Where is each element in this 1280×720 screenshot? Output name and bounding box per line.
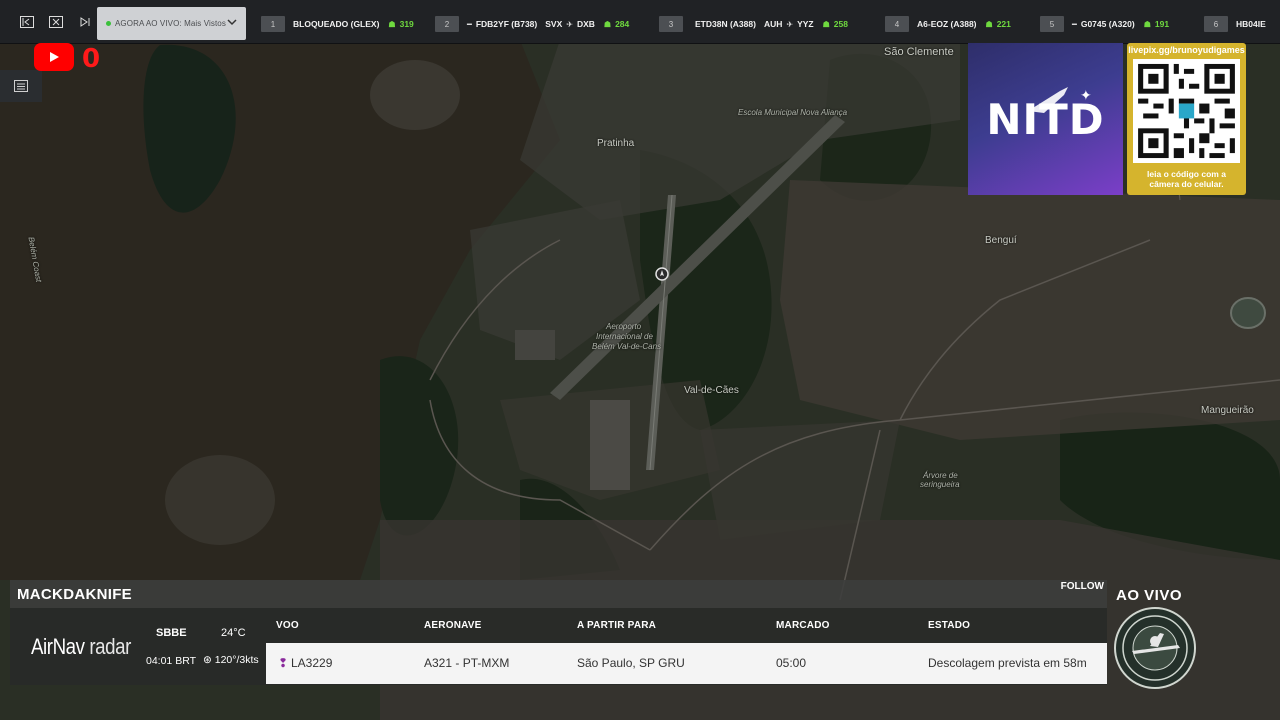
flight-number: LA3229 — [291, 656, 333, 670]
chevron-down-icon — [227, 17, 239, 29]
follow-button[interactable]: FOLLOW — [1061, 581, 1104, 592]
ticker-viewers: 258 — [833, 19, 848, 29]
collapse-left-icon[interactable] — [16, 11, 38, 33]
ticker-item[interactable]: 4 A6-EOZ (A388) ☗ 221 — [885, 16, 1011, 32]
column-header-aircraft: AERONAVE — [424, 620, 482, 631]
viewers-icon: ☗ — [388, 20, 396, 29]
ticker-rank: 5 — [1040, 16, 1064, 32]
ticker-flight-name: A6-EOZ (A388) — [917, 19, 977, 29]
airline-icon: ❢ — [278, 656, 289, 670]
viewers-icon: ☗ — [985, 20, 993, 29]
ticker-rank: 4 — [885, 16, 909, 32]
ticker-route-from: SVX — [545, 19, 563, 29]
youtube-counter: 0 — [82, 44, 101, 74]
map-label: Belém Val-de-Cans — [592, 342, 662, 351]
map-label: Internacional de — [596, 332, 653, 341]
column-header-status: ESTADO — [928, 620, 971, 631]
viewers-icon: ☗ — [822, 20, 830, 29]
sponsor-logo-panel: NITD ✦ — [968, 43, 1123, 195]
list-icon — [14, 80, 28, 92]
viewers-icon: ☗ — [603, 20, 612, 29]
close-box-icon[interactable] — [45, 11, 67, 33]
live-most-viewed-dropdown[interactable]: AGORA AO VIVO: Mais Vistos — [97, 7, 246, 40]
plane-icon: ✈ — [566, 19, 573, 29]
plane-icon: ━ — [1072, 19, 1077, 29]
column-header-scheduled: MARCADO — [776, 620, 830, 631]
airport-code: SBBE — [156, 627, 187, 639]
livepix-qr-panel[interactable]: livepix.gg/brunoyudigames leia o código … — [1127, 43, 1246, 195]
map-label: Benguí — [985, 235, 1017, 246]
map-label: Árvore de — [923, 471, 958, 480]
qr-url: livepix.gg/brunoyudigames — [1128, 45, 1245, 55]
ticker-flight-name: G0745 (A320) — [1080, 19, 1135, 29]
ticker-item[interactable]: 3 ETD38N (A388) AUH ✈ YYZ ☗ 258 — [659, 16, 848, 32]
sidebar-toggle-button[interactable] — [0, 70, 42, 102]
airnav-radar-logo: AirNav radar — [31, 634, 131, 660]
ticker-viewers: 319 — [399, 19, 414, 29]
youtube-logo-icon — [34, 43, 74, 71]
top-ticker-bar: AGORA AO VIVO: Mais Vistos 1 BLOQUEADO (… — [0, 0, 1280, 44]
plane-icon: ━ — [467, 19, 472, 29]
viewers-icon: ☗ — [1143, 20, 1151, 29]
rocket-icon — [1028, 87, 1068, 113]
qr-code — [1133, 59, 1240, 163]
scheduled-time: 05:00 — [776, 656, 807, 670]
ticker-item[interactable]: 6 HB04IE — [1204, 16, 1266, 32]
panel-title: MACKDAKNIFE — [17, 586, 132, 603]
map-label: Aeroporto — [606, 322, 642, 331]
map-label: Pratinha — [597, 138, 635, 149]
sparkle-icon: ✦ — [1080, 87, 1092, 103]
ticker-viewers: 284 — [615, 19, 630, 29]
column-header-from-to: A PARTIR PARA — [577, 620, 657, 631]
qr-caption-line1: leia o código com a — [1147, 169, 1226, 179]
map-label: Val-de-Cães — [684, 385, 739, 396]
channel-badge-icon — [1114, 607, 1196, 689]
wind-value: 120°/3kts — [214, 654, 259, 666]
flight-panel: AirNav radar SBBE 04:01 BRT 24°C ⊛ 120°/… — [10, 608, 1107, 685]
ticker-item[interactable]: 5 ━ G0745 (A320) ☗ 191 — [1040, 16, 1169, 32]
ticker-rank: 6 — [1204, 16, 1228, 32]
map-label: Escola Municipal Nova Aliança — [738, 108, 848, 117]
local-time: 04:01 BRT — [146, 655, 197, 667]
ticker-viewers: 191 — [1154, 19, 1170, 29]
flight-panel-header: MACKDAKNIFE FOLLOW — [10, 580, 1107, 608]
wind-icon: ⊛ — [203, 654, 212, 666]
live-label: AO VIVO — [1116, 587, 1183, 604]
ticker-flight-name: FDB2YF (B738) — [475, 19, 538, 29]
brand-sub: radar — [89, 634, 131, 659]
ticker-item[interactable]: 1 BLOQUEADO (GLEX) ☗ 319 — [261, 16, 414, 32]
aircraft: A321 - PT-MXM — [424, 656, 510, 670]
ticker-rank: 2 — [435, 16, 459, 32]
ticker-flight-name: BLOQUEADO (GLEX) — [293, 19, 380, 29]
ticker-route-to: DXB — [576, 19, 595, 29]
ticker-viewers: 221 — [996, 19, 1011, 29]
ticker-flight-name: HB04IE — [1236, 19, 1266, 29]
qr-caption: leia o código com a câmera do celular. — [1127, 169, 1246, 189]
ticker-flight-name: ETD38N (A388) — [695, 19, 756, 29]
skip-next-icon[interactable] — [74, 11, 96, 33]
table-row[interactable]: ❢ LA3229 A321 - PT-MXM São Paulo, SP GRU… — [266, 643, 1107, 684]
ticker-route-from: AUH — [763, 19, 783, 29]
ticker-item[interactable]: 2 ━ FDB2YF (B738) SVX ✈ DXB ☗ 284 — [435, 16, 629, 32]
map-label: São Clemente — [884, 46, 954, 58]
flight-status: Descolagem prevista em 58m — [928, 656, 1087, 670]
map-label: Mangueirão — [1201, 405, 1254, 416]
from-to: São Paulo, SP GRU — [577, 656, 685, 670]
live-dropdown-label: AGORA AO VIVO: Mais Vistos — [115, 19, 226, 28]
ticker-route-to: YYZ — [797, 19, 814, 29]
ticker-rank: 3 — [659, 16, 683, 32]
column-header-flight: VOO — [276, 620, 299, 631]
brand-main: AirNav — [31, 634, 85, 659]
map-label: seringueira — [920, 480, 960, 489]
plane-icon: ✈ — [786, 19, 794, 29]
live-dot-icon — [106, 21, 111, 26]
wind-readout: ⊛ 120°/3kts — [203, 654, 259, 666]
qr-caption-line2: câmera do celular. — [1149, 179, 1224, 189]
temperature: 24°C — [221, 627, 246, 639]
ticker-rank: 1 — [261, 16, 285, 32]
